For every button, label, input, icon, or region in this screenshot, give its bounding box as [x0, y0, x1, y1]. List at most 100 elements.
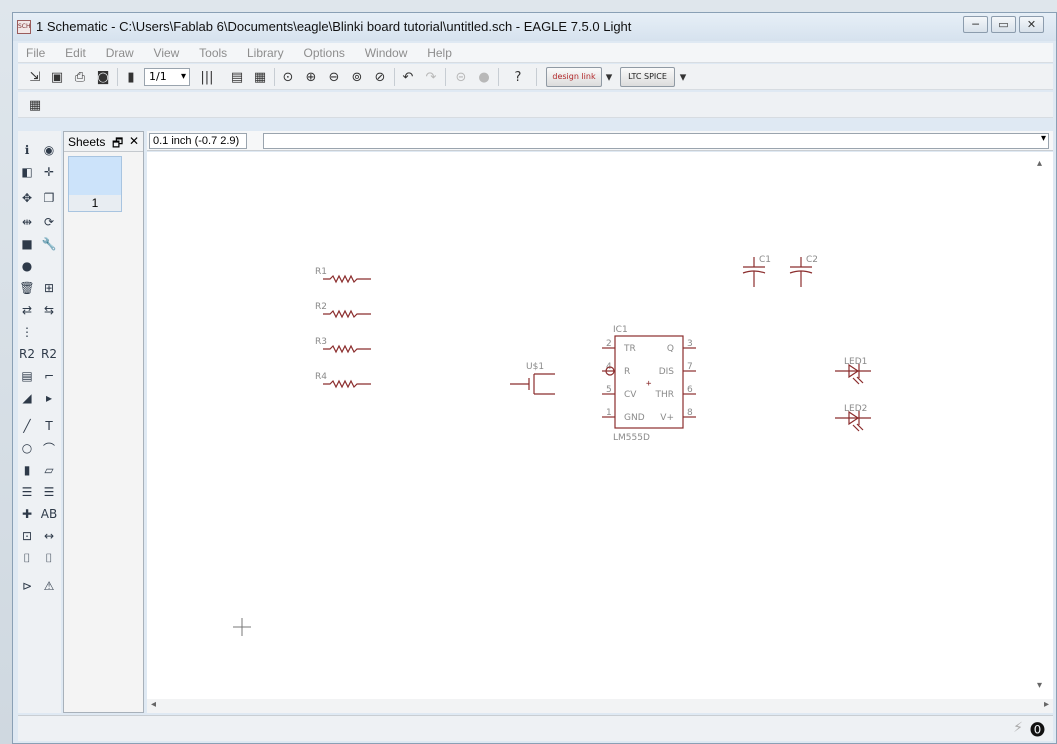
dimension-icon[interactable]: ↔ [40, 527, 58, 545]
restore-button[interactable]: ▭ [991, 16, 1016, 33]
display-icon[interactable]: ◧ [18, 163, 36, 181]
resistor-r2[interactable]: R2 [315, 302, 371, 319]
change-icon[interactable]: 🔧 [40, 235, 58, 253]
name-icon[interactable]: R2 [18, 345, 36, 363]
svg-text:2: 2 [606, 339, 612, 349]
split-icon[interactable]: ◢ [18, 389, 36, 407]
float-icon[interactable]: 🗗 [112, 134, 123, 155]
save-icon[interactable]: ▣ [48, 68, 66, 86]
zoom-in-icon[interactable]: ⊕ [302, 68, 320, 86]
zoom-select-icon[interactable]: ⊘ [371, 68, 389, 86]
bus-icon[interactable]: ☰ [18, 483, 36, 501]
sheet-thumbnail[interactable]: 1 [68, 156, 122, 212]
lightning-icon[interactable]: ⚡ [1013, 720, 1023, 736]
zoom-out-icon[interactable]: ⊖ [325, 68, 343, 86]
rotate-icon[interactable]: ⟳ [40, 213, 58, 231]
scroll-left-icon[interactable]: ◂ [151, 699, 156, 710]
menu-view[interactable]: View [146, 43, 188, 63]
switch-u1[interactable]: U$1 [510, 362, 555, 395]
label-icon[interactable]: AB [40, 505, 58, 523]
scroll-right-icon[interactable]: ▸ [1044, 699, 1049, 710]
erc-icon[interactable]: ⊳ [18, 577, 36, 595]
minimize-button[interactable]: ─ [963, 16, 988, 33]
menu-library[interactable]: Library [239, 43, 292, 63]
close-panel-icon[interactable]: ✕ [129, 134, 139, 148]
menu-tools[interactable]: Tools [191, 43, 235, 63]
replace-icon[interactable]: ⇆ [40, 301, 58, 319]
ulp-icon[interactable]: ||| [198, 68, 216, 86]
arc-icon[interactable]: ⌒ [40, 439, 58, 457]
wire-icon[interactable]: ╱ [18, 417, 36, 435]
text-icon[interactable]: T [40, 417, 58, 435]
ic-lm555d[interactable]: IC1LM555D+2 TR4 R5 CV1 GND3Q7DIS6THR8V+ [602, 325, 696, 443]
delete-icon[interactable]: 🗑 [18, 279, 36, 297]
group-icon[interactable]: ■ [18, 235, 36, 253]
move-icon[interactable]: ✥ [18, 189, 36, 207]
svg-text:8: 8 [687, 408, 693, 418]
sheet-select[interactable]: 1/1 [144, 68, 190, 86]
sheet-icon[interactable]: ▮ [122, 68, 140, 86]
led-led2[interactable]: LED2 [835, 404, 871, 432]
open-icon[interactable]: ⇲ [26, 68, 44, 86]
value-icon[interactable]: R2 [40, 345, 58, 363]
script-icon[interactable]: ▤ [228, 68, 246, 86]
capacitor-c2[interactable]: C2 [789, 255, 818, 287]
pinswap-icon[interactable]: ⇄ [18, 301, 36, 319]
ic-pin-thr: 6 THR [654, 385, 696, 400]
board-icon[interactable]: ▦ [251, 68, 269, 86]
close-button[interactable]: ✕ [1019, 16, 1044, 33]
net-icon[interactable]: ☰ [40, 483, 58, 501]
grid-icon[interactable]: ▦ [26, 96, 44, 114]
command-line-input[interactable] [263, 133, 1049, 149]
rect-icon[interactable]: ▮ [18, 461, 36, 479]
go-icon[interactable]: ● [475, 68, 493, 86]
info-icon[interactable]: ℹ [18, 141, 36, 159]
copy-icon[interactable]: ❐ [40, 189, 58, 207]
menu-draw[interactable]: Draw [98, 43, 142, 63]
gateswap-icon[interactable]: ⋮ [18, 323, 36, 341]
svg-text:V+: V+ [660, 413, 674, 423]
ltspice-dropdown-icon[interactable]: ▾ [677, 68, 689, 86]
paste-icon[interactable]: ● [18, 257, 36, 275]
add-icon[interactable]: ⊞ [40, 279, 58, 297]
cam-icon[interactable]: ◙ [94, 68, 112, 86]
capacitor-c1[interactable]: C1 [742, 255, 771, 287]
led-led1[interactable]: LED1 [835, 357, 871, 385]
schematic-drawing[interactable]: R1R2R3R4 C1 C2 IC1LM555D+2 TR4 R5 CV1 GND3Q7D… [147, 152, 1053, 699]
mirror-icon[interactable]: ⇹ [18, 213, 36, 231]
resistor-r1[interactable]: R1 [315, 267, 371, 284]
redo-icon[interactable]: ↷ [422, 68, 440, 86]
module-icon[interactable]: ⌷ [40, 549, 58, 567]
menu-help[interactable]: Help [419, 43, 460, 63]
menu-file[interactable]: File [18, 43, 53, 63]
resistor-r3[interactable]: R3 [315, 337, 371, 354]
attribute-icon[interactable]: ⊡ [18, 527, 36, 545]
schematic-canvas[interactable]: R1 R2 R3 R4 C1 C2 IC1 LM555D +2 TR 4 R 5 CV 1 GND 3 Q 7 D… [147, 152, 1053, 699]
menu-edit[interactable]: Edit [57, 43, 94, 63]
frame-icon[interactable]: ⌷ [18, 549, 36, 567]
junction-icon[interactable]: ✚ [18, 505, 36, 523]
warning-icon[interactable]: ⚠ [40, 577, 58, 595]
stop-status-icon[interactable]: ⓿ [1030, 719, 1045, 740]
title-bar[interactable]: SCH 1 Schematic - C:\Users\Fablab 6\Docu… [13, 13, 1056, 41]
invoke-icon[interactable]: ▸ [40, 389, 58, 407]
horizontal-scrollbar[interactable]: ◂ ▸ [147, 699, 1053, 713]
mark-icon[interactable]: ✛ [40, 163, 58, 181]
show-icon[interactable]: ◉ [40, 141, 58, 159]
stop-icon[interactable]: ⊝ [452, 68, 470, 86]
resistor-r4[interactable]: R4 [315, 372, 371, 389]
designlink-button[interactable]: design link [546, 67, 602, 87]
menu-options[interactable]: Options [296, 43, 353, 63]
zoom-fit-icon[interactable]: ⊙ [279, 68, 297, 86]
designlink-dropdown-icon[interactable]: ▾ [603, 68, 615, 86]
help-icon[interactable]: ? [509, 68, 527, 86]
print-icon[interactable]: ⎙ [71, 68, 89, 86]
circle-icon[interactable]: ○ [18, 439, 36, 457]
redraw-icon[interactable]: ⊚ [348, 68, 366, 86]
miter-icon[interactable]: ⌐ [40, 367, 58, 385]
undo-icon[interactable]: ↶ [399, 68, 417, 86]
menu-window[interactable]: Window [357, 43, 416, 63]
ltspice-button[interactable]: LTC SPICE [620, 67, 675, 87]
smash-icon[interactable]: ▤ [18, 367, 36, 385]
polygon-icon[interactable]: ▱ [40, 461, 58, 479]
